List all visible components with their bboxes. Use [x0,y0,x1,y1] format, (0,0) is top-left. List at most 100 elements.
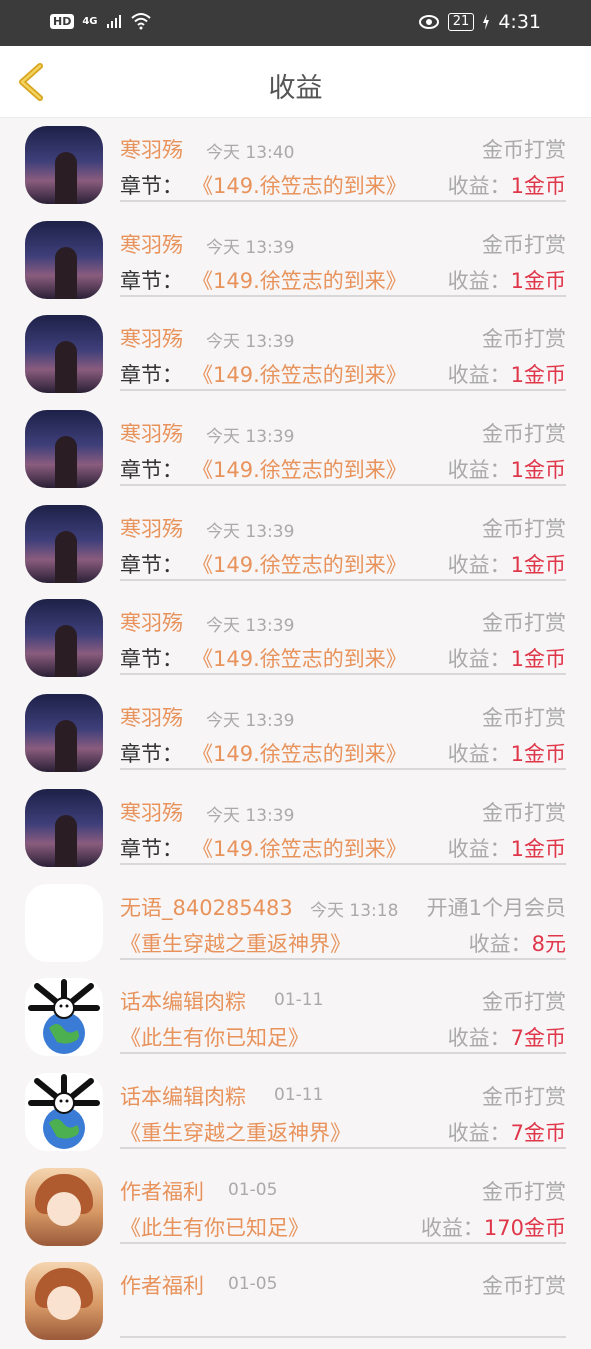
list-item[interactable]: 作者福利 01-05 金币打赏 [0,1254,591,1349]
income-type: 金币打赏 [482,422,566,447]
timestamp: 今天 13:39 [206,711,295,732]
chapter-label: 章节： [120,836,183,861]
income-value: 1金币 [510,268,566,293]
income-value: 8元 [531,931,566,956]
income-amount: 收益：1金币 [448,454,566,484]
income-label: 收益： [447,647,511,672]
timestamp: 01-11 [274,1084,324,1105]
user-name[interactable]: 话本编辑肉粽 [120,986,246,1016]
income-value: 170金币 [483,1215,566,1240]
user-name[interactable]: 无语_840285483 [120,892,293,922]
list-item[interactable]: 寒羽殇 今天 13:39 金币打赏章节： 《149.徐笠志的到来》 收益：1金币 [0,402,591,497]
income-type: 金币打赏 [482,327,566,352]
income-label: 收益： [447,174,511,198]
list-item[interactable]: 寒羽殇 今天 13:39 金币打赏 章节： 《149.徐笠志的到来》 收益：1金币 [0,686,591,781]
list-item[interactable]: 寒羽殇 今天 13:39 金币打赏 章节： 《149.徐笠志的到来》 收益：1金币 [0,307,591,402]
income-label: 收益： [447,1120,511,1145]
chapter-link[interactable]: 《149.徐笠志的到来》 [192,170,407,200]
income-type: 金币打赏 [482,800,566,825]
avatar[interactable] [25,1167,103,1246]
avatar[interactable] [25,883,103,962]
chapter-link[interactable]: 《149.徐笠志的到来》 [192,359,407,389]
income-value: 1金币 [510,742,566,767]
user-name[interactable]: 寒羽殇 [120,418,183,448]
income-amount: 收益：1金币 [448,265,566,295]
list-item[interactable]: 话本编辑肉粽 01-11 金币打赏 《此生有你已知足》 收益：7金币 [0,970,591,1065]
user-name[interactable]: 寒羽殇 [120,229,183,259]
chapter-link[interactable]: 《重生穿越之重返神界》 [120,1117,351,1147]
chapter-link[interactable]: 《149.徐笠志的到来》 [192,454,407,484]
user-name[interactable]: 话本编辑肉粽 [120,1081,246,1111]
chapter-label: 章节： [120,647,183,672]
user-name[interactable]: 寒羽殇 [120,323,183,353]
chapter-link[interactable]: 《此生有你已知足》 [120,1212,309,1242]
user-name[interactable]: 作者福利 [120,1176,204,1206]
avatar[interactable] [25,1072,103,1151]
income-type: 金币打赏 [482,1274,566,1299]
income-type: 金币打赏 [482,1084,566,1109]
avatar[interactable] [25,599,103,678]
user-name[interactable]: 寒羽殇 [120,607,183,637]
avatar[interactable] [25,315,103,394]
page-title: 收益 [268,73,323,104]
list-item[interactable]: 寒羽殇 今天 13:39 金币打赏 章节： 《149.徐笠志的到来》 收益：1金币 [0,497,591,592]
income-label: 收益： [447,742,511,767]
chapter-link[interactable]: 《此生有你已知足》 [120,1022,309,1052]
timestamp: 01-11 [274,990,324,1011]
income-type: 金币打赏 [482,611,566,636]
avatar[interactable] [25,504,103,583]
income-type: 金币打赏 [482,232,566,257]
timestamp: 01-05 [228,1179,278,1200]
income-amount: 收益：1金币 [448,833,566,863]
list-item[interactable]: 寒羽殇 今天 13:39 金币打赏章节： 《149.徐笠志的到来》 收益：1金币 [0,781,591,876]
timestamp: 今天 13:39 [206,427,295,448]
list-item[interactable]: 作者福利 01-05 金币打赏 《此生有你已知足》 收益：170金币 [0,1160,591,1255]
income-label: 收益： [447,1026,511,1051]
list-item[interactable]: 话本编辑肉粽 01-11 金币打赏《重生穿越之重返神界》 收益：7金币 [0,1065,591,1160]
chapter-link[interactable]: 《149.徐笠志的到来》 [192,833,407,863]
chapter-link[interactable]: 《149.徐笠志的到来》 [192,738,407,768]
income-type: 金币打赏 [482,516,566,541]
income-label: 收益： [447,458,511,483]
status-right: 21 4:31 [418,11,541,33]
chapter-link[interactable]: 《149.徐笠志的到来》 [192,549,407,579]
battery-icon: 21 [447,13,475,31]
list-item[interactable]: 寒羽殇 今天 13:39 金币打赏 章节： 《149.徐笠志的到来》 收益：1金币 [0,213,591,308]
avatar[interactable] [25,694,103,773]
list-item[interactable]: 寒羽殇 今天 13:40 金币打赏 章节： 《149.徐笠志的到来》 收益：1金币 [0,118,591,213]
user-name[interactable]: 寒羽殇 [120,702,183,732]
chapter-label: 章节： [120,268,183,293]
income-label: 收益： [420,1215,484,1240]
user-name[interactable]: 寒羽殇 [120,797,183,827]
avatar[interactable] [25,788,103,867]
chapter-label: 章节： [120,458,183,483]
income-value: 1金币 [510,836,566,861]
chapter-link[interactable]: 《149.徐笠志的到来》 [192,265,407,295]
user-name[interactable]: 寒羽殇 [120,134,183,164]
income-value: 1金币 [510,363,566,388]
income-amount: 收益：7金币 [448,1117,566,1147]
timestamp: 今天 13:40 [206,143,295,163]
income-type: 金币打赏 [482,138,566,162]
status-left: HD 4G [50,12,152,30]
avatar[interactable] [25,410,103,489]
list-item[interactable]: 寒羽殇 今天 13:39 金币打赏 章节： 《149.徐笠志的到来》 收益：1金币 [0,591,591,686]
chapter-link[interactable]: 《149.徐笠志的到来》 [192,643,407,673]
income-label: 收益： [447,363,511,388]
income-label: 收益： [447,552,511,577]
income-label: 收益： [447,268,511,293]
avatar[interactable] [25,1262,103,1341]
avatar[interactable] [25,126,103,204]
timestamp: 今天 13:39 [206,805,295,826]
header: 收益 [0,46,591,118]
avatar[interactable] [25,220,103,299]
signal-icon [106,15,121,28]
income-value: 1金币 [510,458,566,483]
network-label: 4G [82,15,98,27]
user-name[interactable]: 寒羽殇 [120,513,183,543]
avatar[interactable] [25,978,103,1057]
income-value: 7金币 [510,1120,566,1145]
user-name[interactable]: 作者福利 [120,1270,204,1300]
list-item[interactable]: 无语_840285483 今天 13:18 开通1个月会员 《重生穿越之重返神界》 收益… [0,876,591,971]
chapter-link[interactable]: 《重生穿越之重返神界》 [120,928,351,958]
